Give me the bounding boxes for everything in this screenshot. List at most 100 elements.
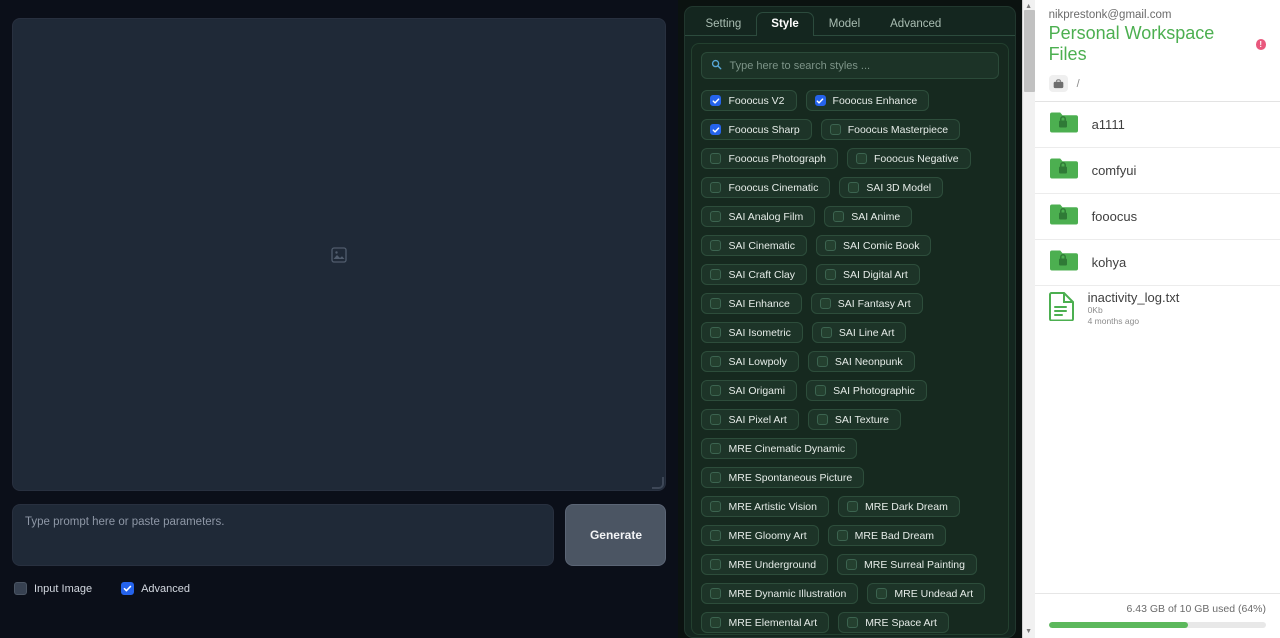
style-chip[interactable]: SAI Neonpunk bbox=[808, 351, 915, 372]
style-chip[interactable]: SAI Fantasy Art bbox=[811, 293, 923, 314]
tab-style[interactable]: Style bbox=[756, 12, 814, 36]
style-checkbox[interactable] bbox=[817, 414, 828, 425]
style-checkbox[interactable] bbox=[837, 530, 848, 541]
style-chip[interactable]: SAI Texture bbox=[808, 409, 901, 430]
style-chip[interactable]: MRE Undead Art bbox=[867, 583, 985, 604]
style-chip[interactable]: Fooocus V2 bbox=[701, 90, 796, 111]
style-chip[interactable]: Fooocus Sharp bbox=[701, 119, 811, 140]
style-checkbox[interactable] bbox=[710, 588, 721, 599]
input-image-checkbox[interactable]: Input Image bbox=[14, 582, 92, 595]
style-checkbox[interactable] bbox=[820, 298, 831, 309]
style-checkbox[interactable] bbox=[710, 182, 721, 193]
scrollbar-thumb[interactable] bbox=[1024, 10, 1035, 92]
file-row[interactable]: kohya bbox=[1035, 239, 1280, 285]
style-checkbox[interactable] bbox=[710, 530, 721, 541]
style-checkbox[interactable] bbox=[856, 153, 867, 164]
style-chip[interactable]: MRE Bad Dream bbox=[828, 525, 946, 546]
style-checkbox[interactable] bbox=[817, 356, 828, 367]
style-chip[interactable]: MRE Elemental Art bbox=[701, 612, 829, 633]
style-checkbox[interactable] bbox=[710, 153, 721, 164]
style-chip[interactable]: Fooocus Negative bbox=[847, 148, 971, 169]
style-checkbox[interactable] bbox=[710, 298, 721, 309]
style-checkbox[interactable] bbox=[710, 356, 721, 367]
style-chip[interactable]: SAI Anime bbox=[824, 206, 912, 227]
folder-locked-icon bbox=[1049, 248, 1079, 273]
style-chip[interactable]: SAI Comic Book bbox=[816, 235, 931, 256]
style-checkbox[interactable] bbox=[710, 559, 721, 570]
style-checkbox[interactable] bbox=[710, 472, 721, 483]
style-chip[interactable]: SAI Lowpoly bbox=[701, 351, 798, 372]
style-chip[interactable]: Fooocus Photograph bbox=[701, 148, 837, 169]
style-chip[interactable]: Fooocus Enhance bbox=[806, 90, 930, 111]
style-chip[interactable]: SAI Line Art bbox=[812, 322, 906, 343]
style-checkbox[interactable] bbox=[710, 414, 721, 425]
style-chip-label: Fooocus Photograph bbox=[728, 153, 825, 165]
style-chip[interactable]: Fooocus Cinematic bbox=[701, 177, 830, 198]
style-chip[interactable]: MRE Artistic Vision bbox=[701, 496, 829, 517]
style-chip[interactable]: SAI Cinematic bbox=[701, 235, 807, 256]
style-checkbox[interactable] bbox=[710, 385, 721, 396]
style-chip[interactable]: MRE Surreal Painting bbox=[837, 554, 977, 575]
style-checkbox[interactable] bbox=[821, 327, 832, 338]
style-checkbox[interactable] bbox=[710, 124, 721, 135]
advanced-checkbox[interactable]: Advanced bbox=[121, 582, 190, 595]
file-row[interactable]: comfyui bbox=[1035, 147, 1280, 193]
file-row[interactable]: inactivity_log.txt0Kb4 months ago bbox=[1035, 285, 1280, 331]
style-chip[interactable]: SAI 3D Model bbox=[839, 177, 943, 198]
style-chip[interactable]: SAI Analog Film bbox=[701, 206, 815, 227]
style-chip[interactable]: SAI Isometric bbox=[701, 322, 802, 343]
style-chip[interactable]: MRE Dynamic Illustration bbox=[701, 583, 858, 604]
style-chip[interactable]: SAI Origami bbox=[701, 380, 797, 401]
style-checkbox[interactable] bbox=[710, 327, 721, 338]
style-chip[interactable]: SAI Enhance bbox=[701, 293, 801, 314]
style-checkbox[interactable] bbox=[815, 95, 826, 106]
style-chip[interactable]: MRE Dark Dream bbox=[838, 496, 960, 517]
style-checkbox[interactable] bbox=[833, 211, 844, 222]
style-chip[interactable]: SAI Pixel Art bbox=[701, 409, 798, 430]
style-checkbox[interactable] bbox=[710, 617, 721, 628]
style-checkbox[interactable] bbox=[848, 182, 859, 193]
style-chip[interactable]: MRE Underground bbox=[701, 554, 828, 575]
style-checkbox[interactable] bbox=[710, 211, 721, 222]
style-checkbox[interactable] bbox=[846, 559, 857, 570]
briefcase-icon[interactable] bbox=[1049, 75, 1068, 92]
gallery-resize-handle[interactable] bbox=[652, 477, 664, 489]
style-search-box[interactable]: Type here to search styles ... bbox=[701, 52, 998, 79]
style-checkbox[interactable] bbox=[710, 240, 721, 251]
style-checkbox[interactable] bbox=[876, 588, 887, 599]
scroll-down-arrow-icon[interactable]: ▼ bbox=[1025, 625, 1032, 638]
style-checkbox[interactable] bbox=[710, 95, 721, 106]
style-checkbox[interactable] bbox=[830, 124, 841, 135]
style-chip[interactable]: SAI Craft Clay bbox=[701, 264, 807, 285]
file-row[interactable]: fooocus bbox=[1035, 193, 1280, 239]
style-checkbox[interactable] bbox=[710, 269, 721, 280]
style-chip[interactable]: SAI Photographic bbox=[806, 380, 927, 401]
style-checkbox[interactable] bbox=[825, 269, 836, 280]
style-checkbox[interactable] bbox=[825, 240, 836, 251]
status-badge[interactable]: ! bbox=[1256, 39, 1266, 50]
image-gallery[interactable] bbox=[12, 18, 666, 491]
style-checkbox[interactable] bbox=[710, 501, 721, 512]
generate-button[interactable]: Generate bbox=[565, 504, 666, 566]
text-file-icon bbox=[1049, 291, 1075, 321]
style-checkbox[interactable] bbox=[815, 385, 826, 396]
style-chip[interactable]: SAI Digital Art bbox=[816, 264, 920, 285]
style-checkbox[interactable] bbox=[710, 443, 721, 454]
prompt-input[interactable]: Type prompt here or paste parameters. bbox=[12, 504, 554, 566]
breadcrumb-path[interactable]: / bbox=[1077, 78, 1080, 90]
style-chip[interactable]: MRE Gloomy Art bbox=[701, 525, 818, 546]
folder-locked-icon bbox=[1049, 202, 1079, 232]
style-chip[interactable]: MRE Cinematic Dynamic bbox=[701, 438, 857, 459]
file-row[interactable]: a1111 bbox=[1035, 101, 1280, 147]
tab-advanced[interactable]: Advanced bbox=[875, 12, 956, 36]
tab-setting[interactable]: Setting bbox=[690, 12, 756, 36]
file-info: comfyui bbox=[1092, 163, 1137, 178]
style-chip[interactable]: MRE Space Art bbox=[838, 612, 949, 633]
style-chip[interactable]: MRE Spontaneous Picture bbox=[701, 467, 864, 488]
style-checkbox[interactable] bbox=[847, 501, 858, 512]
file-browser-header: nikprestonk@gmail.com Personal Workspace… bbox=[1035, 0, 1280, 101]
style-checkbox[interactable] bbox=[847, 617, 858, 628]
page-scrollbar[interactable]: ▲ ▼ bbox=[1022, 0, 1035, 638]
tab-model[interactable]: Model bbox=[814, 12, 875, 36]
style-chip[interactable]: Fooocus Masterpiece bbox=[821, 119, 960, 140]
